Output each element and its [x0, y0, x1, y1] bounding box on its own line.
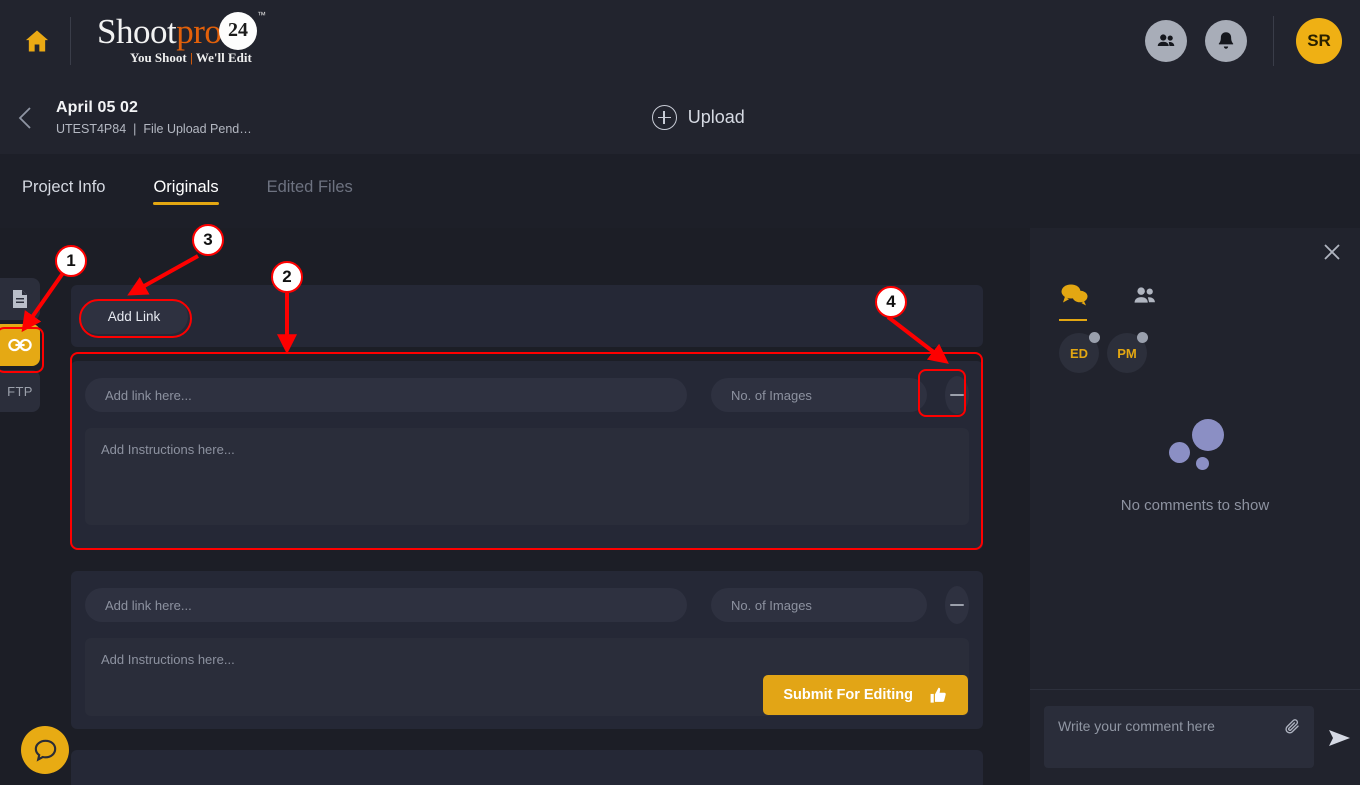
tagline-bar: | — [190, 50, 193, 65]
project-bar: April 05 02 UTEST4P84 | File Upload Pend… — [0, 81, 1360, 154]
header-divider — [70, 17, 71, 65]
rail-ftp-label: FTP — [7, 384, 33, 399]
panel-tab-members[interactable] — [1131, 285, 1159, 321]
member-avatar-item[interactable]: ED — [1059, 333, 1099, 373]
logo-trademark: ™ — [257, 10, 266, 20]
project-title: April 05 02 — [56, 99, 252, 117]
people-icon — [1155, 30, 1177, 52]
status-dot — [1137, 332, 1148, 343]
home-icon — [22, 27, 52, 55]
remove-link-button-2[interactable] — [945, 586, 969, 624]
notifications-button[interactable] — [1205, 20, 1247, 62]
link-row-card-1 — [71, 361, 983, 550]
minus-icon — [950, 604, 964, 606]
comments-panel: ED PM No comments to show — [1030, 228, 1360, 785]
upload-button[interactable]: Upload — [652, 105, 745, 130]
submit-for-editing-button[interactable]: Submit For Editing — [763, 675, 968, 715]
tab-originals[interactable]: Originals — [153, 178, 218, 205]
document-icon — [11, 289, 29, 309]
rail-item-document[interactable] — [0, 278, 40, 320]
logo-wordmark: Shootpro — [97, 12, 221, 52]
app-root: Shootpro 24 ™ You Shoot | We'll Edit — [0, 0, 1360, 785]
panel-tabs — [1059, 283, 1159, 321]
empty-state-illustration — [1155, 413, 1235, 473]
home-button[interactable] — [8, 27, 66, 55]
tagline-right: We'll Edit — [196, 50, 252, 65]
send-comment-button[interactable] — [1327, 728, 1352, 753]
plus-circle-icon — [652, 105, 677, 130]
project-status: File Upload Pend… — [143, 122, 251, 136]
links-section: Add Link — [71, 228, 983, 785]
paperclip-icon — [1283, 717, 1302, 736]
project-code: UTEST4P84 — [56, 122, 126, 136]
support-chat-button[interactable] — [21, 726, 69, 774]
comments-empty-state: No comments to show — [1030, 413, 1360, 514]
member-avatar-item[interactable]: PM — [1107, 333, 1147, 373]
comment-compose-row — [1044, 706, 1352, 768]
source-type-rail: FTP — [0, 278, 40, 416]
status-dot — [1089, 332, 1100, 343]
logo-pro-text: pro — [176, 12, 221, 51]
brand-logo[interactable]: Shootpro 24 ™ You Shoot | We'll Edit — [97, 10, 277, 72]
add-link-card: Add Link — [71, 285, 983, 347]
annotation-marker-2: 2 — [271, 261, 303, 293]
link-input-1[interactable] — [85, 378, 687, 412]
link-icon — [8, 337, 32, 353]
header-actions: SR — [1127, 16, 1360, 66]
empty-state-text: No comments to show — [1030, 497, 1360, 514]
user-avatar[interactable]: SR — [1296, 18, 1342, 64]
panel-member-avatars: ED PM — [1059, 333, 1147, 373]
bubble-large-icon — [1192, 419, 1224, 451]
top-header: Shootpro 24 ™ You Shoot | We'll Edit — [0, 0, 1360, 81]
comment-input[interactable] — [1044, 706, 1314, 768]
project-separator: | — [133, 122, 136, 136]
tagline-left: You Shoot — [130, 50, 187, 65]
annotation-marker-3: 3 — [192, 224, 224, 256]
close-panel-button[interactable] — [1322, 242, 1342, 267]
submit-label: Submit For Editing — [783, 687, 913, 703]
project-meta: April 05 02 UTEST4P84 | File Upload Pend… — [56, 99, 252, 136]
link-input-2[interactable] — [85, 588, 687, 622]
panel-tab-comments[interactable] — [1059, 283, 1089, 321]
link-row-inputs-1 — [85, 376, 969, 414]
comment-input-box — [1044, 706, 1314, 768]
add-link-button[interactable]: Add Link — [80, 299, 188, 334]
back-button[interactable] — [0, 104, 52, 132]
attach-file-button[interactable] — [1283, 717, 1302, 741]
instructions-textarea-1[interactable] — [85, 428, 969, 525]
members-icon — [1131, 285, 1159, 307]
people-button[interactable] — [1145, 20, 1187, 62]
project-subtitle: UTEST4P84 | File Upload Pend… — [56, 122, 252, 136]
tab-project-info[interactable]: Project Info — [22, 178, 105, 205]
bell-icon — [1215, 30, 1237, 52]
upload-label: Upload — [688, 107, 745, 128]
thumbs-up-icon — [929, 686, 948, 705]
remove-link-button-1[interactable] — [945, 376, 969, 414]
rail-item-ftp[interactable]: FTP — [0, 370, 40, 412]
link-row-inputs-2 — [85, 586, 969, 624]
panel-divider — [1030, 689, 1360, 690]
submit-row: Submit For Editing — [85, 675, 969, 715]
logo-tagline: You Shoot | We'll Edit — [130, 50, 252, 66]
link-row-card-2: Submit For Editing — [71, 571, 983, 729]
header-action-divider — [1273, 16, 1274, 66]
bubble-medium-icon — [1169, 442, 1190, 463]
comments-icon — [1059, 283, 1089, 307]
link-row-card-3 — [71, 750, 983, 785]
annotation-marker-4: 4 — [875, 286, 907, 318]
bubble-small-icon — [1196, 457, 1209, 470]
images-count-input-1[interactable] — [711, 378, 927, 412]
logo-badge-24: 24 — [219, 12, 257, 50]
tab-bar: Project Info Originals Edited Files — [0, 154, 1360, 228]
tab-edited-files[interactable]: Edited Files — [267, 178, 353, 205]
chevron-left-icon — [16, 104, 36, 132]
chat-bubble-icon — [32, 737, 59, 764]
minus-icon — [950, 394, 964, 396]
close-icon — [1322, 242, 1342, 262]
images-count-input-2[interactable] — [711, 588, 927, 622]
annotation-marker-1: 1 — [55, 245, 87, 277]
logo-shoot-text: Shoot — [97, 12, 176, 51]
send-icon — [1327, 728, 1352, 748]
rail-item-link[interactable] — [0, 324, 40, 366]
